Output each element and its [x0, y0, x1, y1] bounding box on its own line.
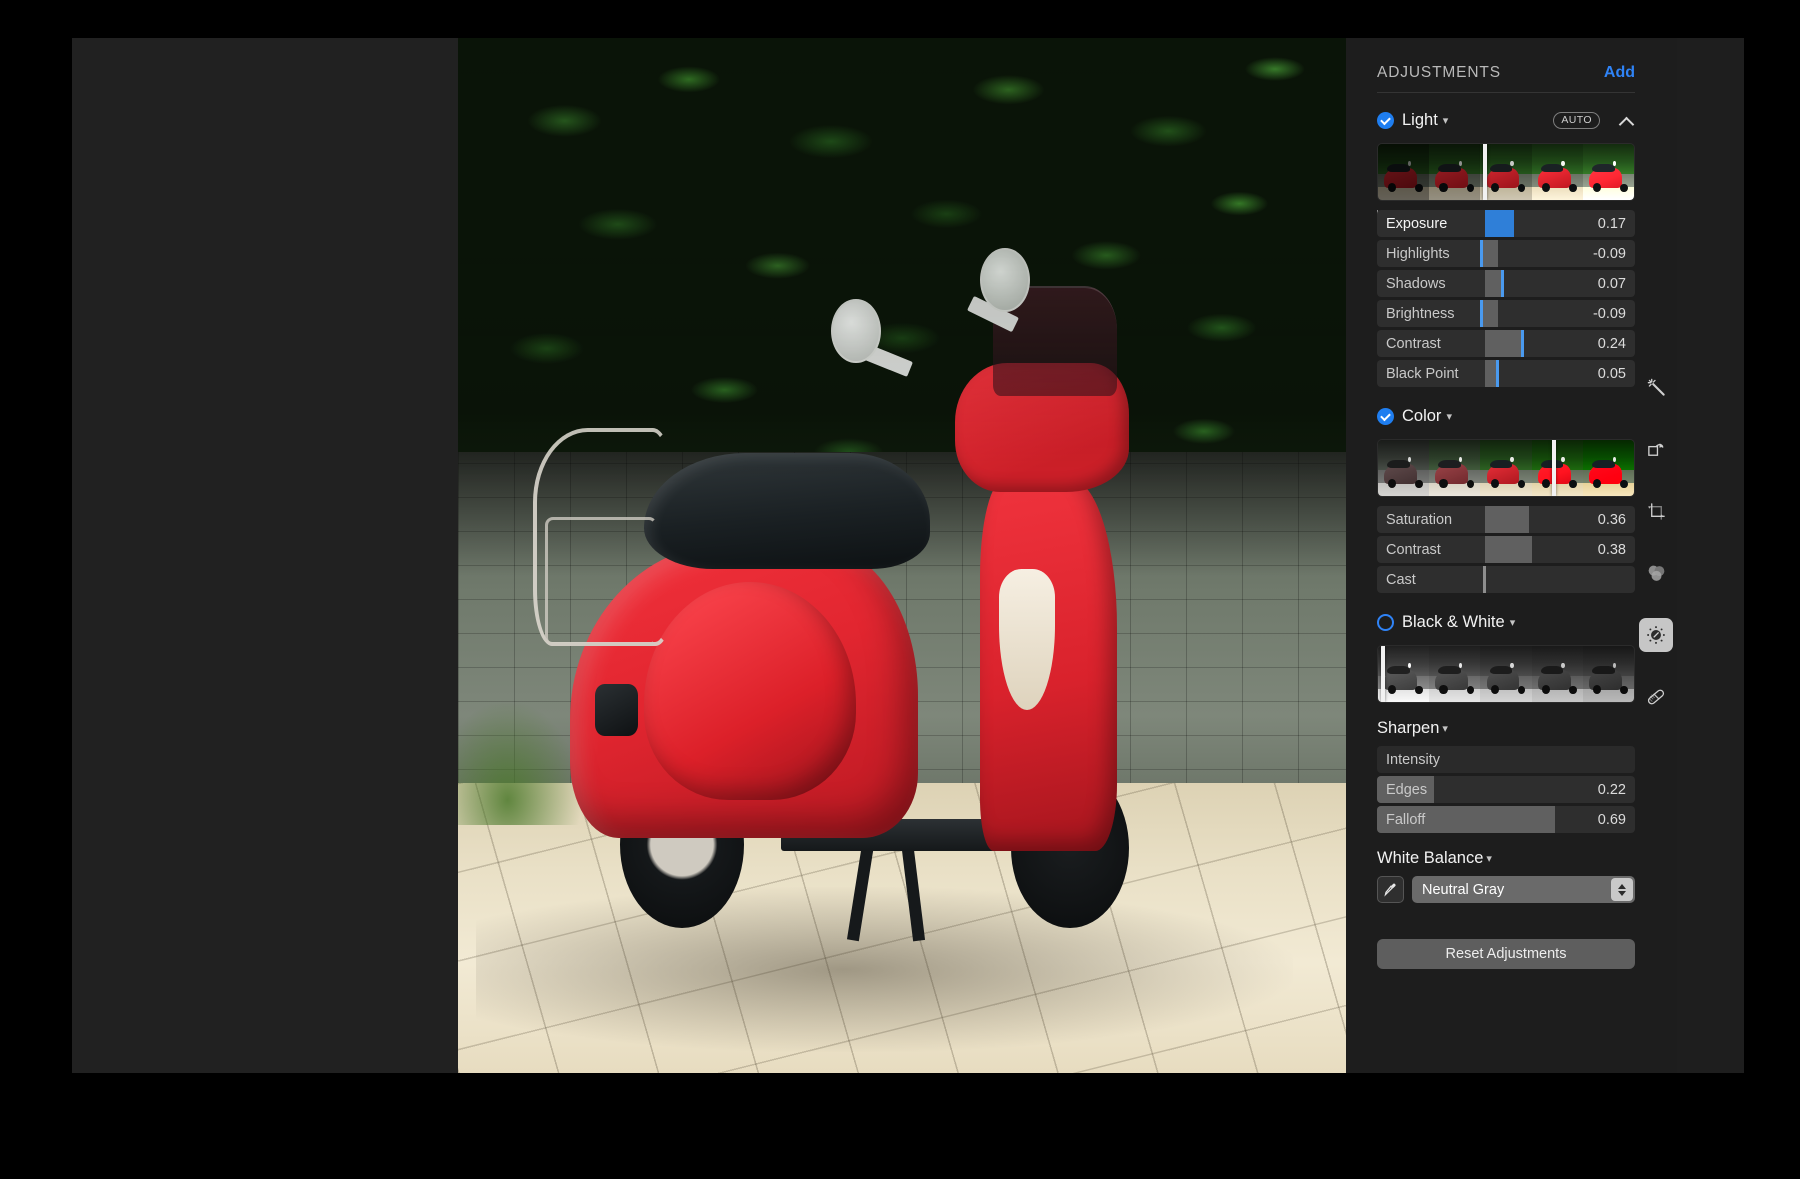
section-header-color[interactable]: Color ▾ — [1377, 401, 1635, 431]
slider-label: Intensity — [1386, 751, 1440, 768]
panel-header: ADJUSTMENTS Add — [1377, 38, 1635, 92]
slider-value: 0.07 — [1597, 275, 1626, 292]
slider-label: Highlights — [1386, 245, 1450, 262]
white-balance-value: Neutral Gray — [1422, 881, 1505, 898]
slider-value: -0.09 — [1592, 245, 1626, 262]
slider-contrast[interactable]: Contrast 0.24 — [1377, 330, 1635, 357]
chevron-down-icon[interactable]: ▾ — [1443, 114, 1449, 127]
slider-value: 0.24 — [1597, 335, 1626, 352]
slider-label: Contrast — [1386, 541, 1441, 558]
slider-falloff[interactable]: Falloff 0.69 — [1377, 806, 1635, 833]
light-sliders: Exposure 0.17 Highlights -0.09 Shadows 0.07 Br… — [1377, 210, 1635, 387]
light-strip-marker[interactable] — [1482, 144, 1487, 200]
slider-fill — [1485, 506, 1530, 533]
slider-label: Cast — [1386, 571, 1416, 588]
crop-icon[interactable] — [1639, 494, 1673, 528]
slider-handle[interactable] — [1480, 240, 1484, 267]
slider-edges[interactable]: Edges 0.22 — [1377, 776, 1635, 803]
sharpen-sliders: Intensity Edges 0.22 Falloff 0.69 — [1377, 746, 1635, 833]
eyedropper-icon[interactable] — [1377, 876, 1404, 903]
black-and-white-strip-marker[interactable] — [1380, 646, 1385, 702]
slider-label: Black Point — [1386, 365, 1459, 382]
slider-handle[interactable] — [1495, 360, 1499, 387]
slider-label: Brightness — [1386, 305, 1455, 322]
white-balance-select[interactable]: Neutral Gray — [1412, 876, 1635, 903]
chevron-down-icon[interactable]: ▾ — [1442, 722, 1448, 735]
page-title: ADJUSTMENTS — [1377, 64, 1501, 81]
rotate-icon[interactable] — [1639, 432, 1673, 466]
color-preview-strip[interactable] — [1377, 439, 1635, 497]
filters-icon[interactable] — [1639, 556, 1673, 590]
slider-fill — [1485, 210, 1514, 237]
red-scooter-photo[interactable] — [458, 38, 1346, 1073]
slider-label: Contrast — [1386, 335, 1441, 352]
section-header-light[interactable]: Light ▾ AUTO — [1377, 105, 1635, 135]
slider-handle[interactable] — [1482, 566, 1486, 593]
reset-adjustments-button[interactable]: Reset Adjustments — [1377, 939, 1635, 969]
slider-fill — [1485, 330, 1522, 357]
adjust-dial-icon[interactable] — [1639, 618, 1673, 652]
section-header-black-and-white[interactable]: Black & White ▾ — [1377, 607, 1635, 637]
color-strip-marker[interactable] — [1552, 440, 1557, 496]
slider-value: 0.69 — [1597, 811, 1626, 828]
slider-handle[interactable] — [1480, 300, 1484, 327]
slider-label: Saturation — [1386, 511, 1453, 528]
light-preview-strip[interactable] — [1377, 143, 1635, 201]
photos-edit-window: ADJUSTMENTS Add Light ▾ AUTO Exposure 0.1 — [72, 38, 1744, 1073]
section-title-black-and-white: Black & White — [1402, 612, 1505, 631]
slider-value: 0.36 — [1597, 511, 1626, 528]
color-sliders: Saturation 0.36 Contrast 0.38 Cast — [1377, 506, 1635, 593]
section-header-sharpen[interactable]: Sharpen ▾ — [1377, 719, 1635, 738]
slider-fill — [1485, 360, 1496, 387]
slider-exposure[interactable]: Exposure 0.17 — [1377, 210, 1635, 237]
color-checkbox[interactable] — [1377, 407, 1394, 425]
magic-wand-icon[interactable] — [1639, 370, 1673, 404]
section-title-sharpen: Sharpen — [1377, 719, 1440, 737]
slider-saturation[interactable]: Saturation 0.36 — [1377, 506, 1635, 533]
slider-brightness[interactable]: Brightness -0.09 — [1377, 300, 1635, 327]
canvas-area — [72, 38, 1346, 1073]
slider-cast[interactable]: Cast — [1377, 566, 1635, 593]
white-balance-row: Neutral Gray — [1377, 876, 1635, 903]
section-title-color: Color — [1402, 406, 1442, 425]
light-auto-button[interactable]: AUTO — [1553, 111, 1600, 129]
chevron-down-icon[interactable]: ▾ — [1446, 410, 1452, 423]
slider-shadows[interactable]: Shadows 0.07 — [1377, 270, 1635, 297]
slider-value: 0.05 — [1597, 365, 1626, 382]
slider-value: 0.17 — [1597, 215, 1626, 232]
slider-value: 0.38 — [1597, 541, 1626, 558]
slider-fill — [1485, 536, 1532, 563]
section-header-white-balance[interactable]: White Balance ▾ — [1377, 849, 1635, 868]
retouch-icon[interactable] — [1639, 680, 1673, 714]
chevron-down-icon[interactable]: ▾ — [1486, 852, 1492, 865]
section-title-light: Light — [1402, 110, 1438, 129]
add-adjustment-button[interactable]: Add — [1604, 64, 1635, 82]
section-title-white-balance: White Balance — [1377, 849, 1484, 867]
chevron-up-icon[interactable] — [1620, 113, 1635, 128]
slider-value: -0.09 — [1592, 305, 1626, 322]
slider-highlights[interactable]: Highlights -0.09 — [1377, 240, 1635, 267]
slider-label: Exposure — [1386, 215, 1448, 232]
slider-black-point[interactable]: Black Point 0.05 — [1377, 360, 1635, 387]
slider-handle[interactable] — [1500, 270, 1504, 297]
slider-fill — [1485, 270, 1501, 297]
chevron-down-icon[interactable]: ▾ — [1510, 616, 1516, 629]
slider-label: Shadows — [1386, 275, 1446, 292]
slider-value: 0.22 — [1597, 781, 1626, 798]
slider-intensity[interactable]: Intensity — [1377, 746, 1635, 773]
adjustments-panel: ADJUSTMENTS Add Light ▾ AUTO Exposure 0.1 — [1346, 38, 1677, 1073]
header-divider — [1377, 92, 1635, 93]
photo-scooter — [520, 247, 1142, 942]
white-balance-stepper[interactable] — [1611, 878, 1633, 901]
black-and-white-preview-strip[interactable] — [1377, 645, 1635, 703]
slider-handle[interactable] — [1521, 330, 1525, 357]
black-and-white-checkbox[interactable] — [1377, 613, 1394, 631]
slider-contrast[interactable]: Contrast 0.38 — [1377, 536, 1635, 563]
slider-label: Falloff — [1386, 811, 1426, 828]
edit-tools-rail — [1635, 38, 1677, 1073]
light-checkbox[interactable] — [1377, 111, 1394, 129]
slider-label: Edges — [1386, 781, 1428, 798]
